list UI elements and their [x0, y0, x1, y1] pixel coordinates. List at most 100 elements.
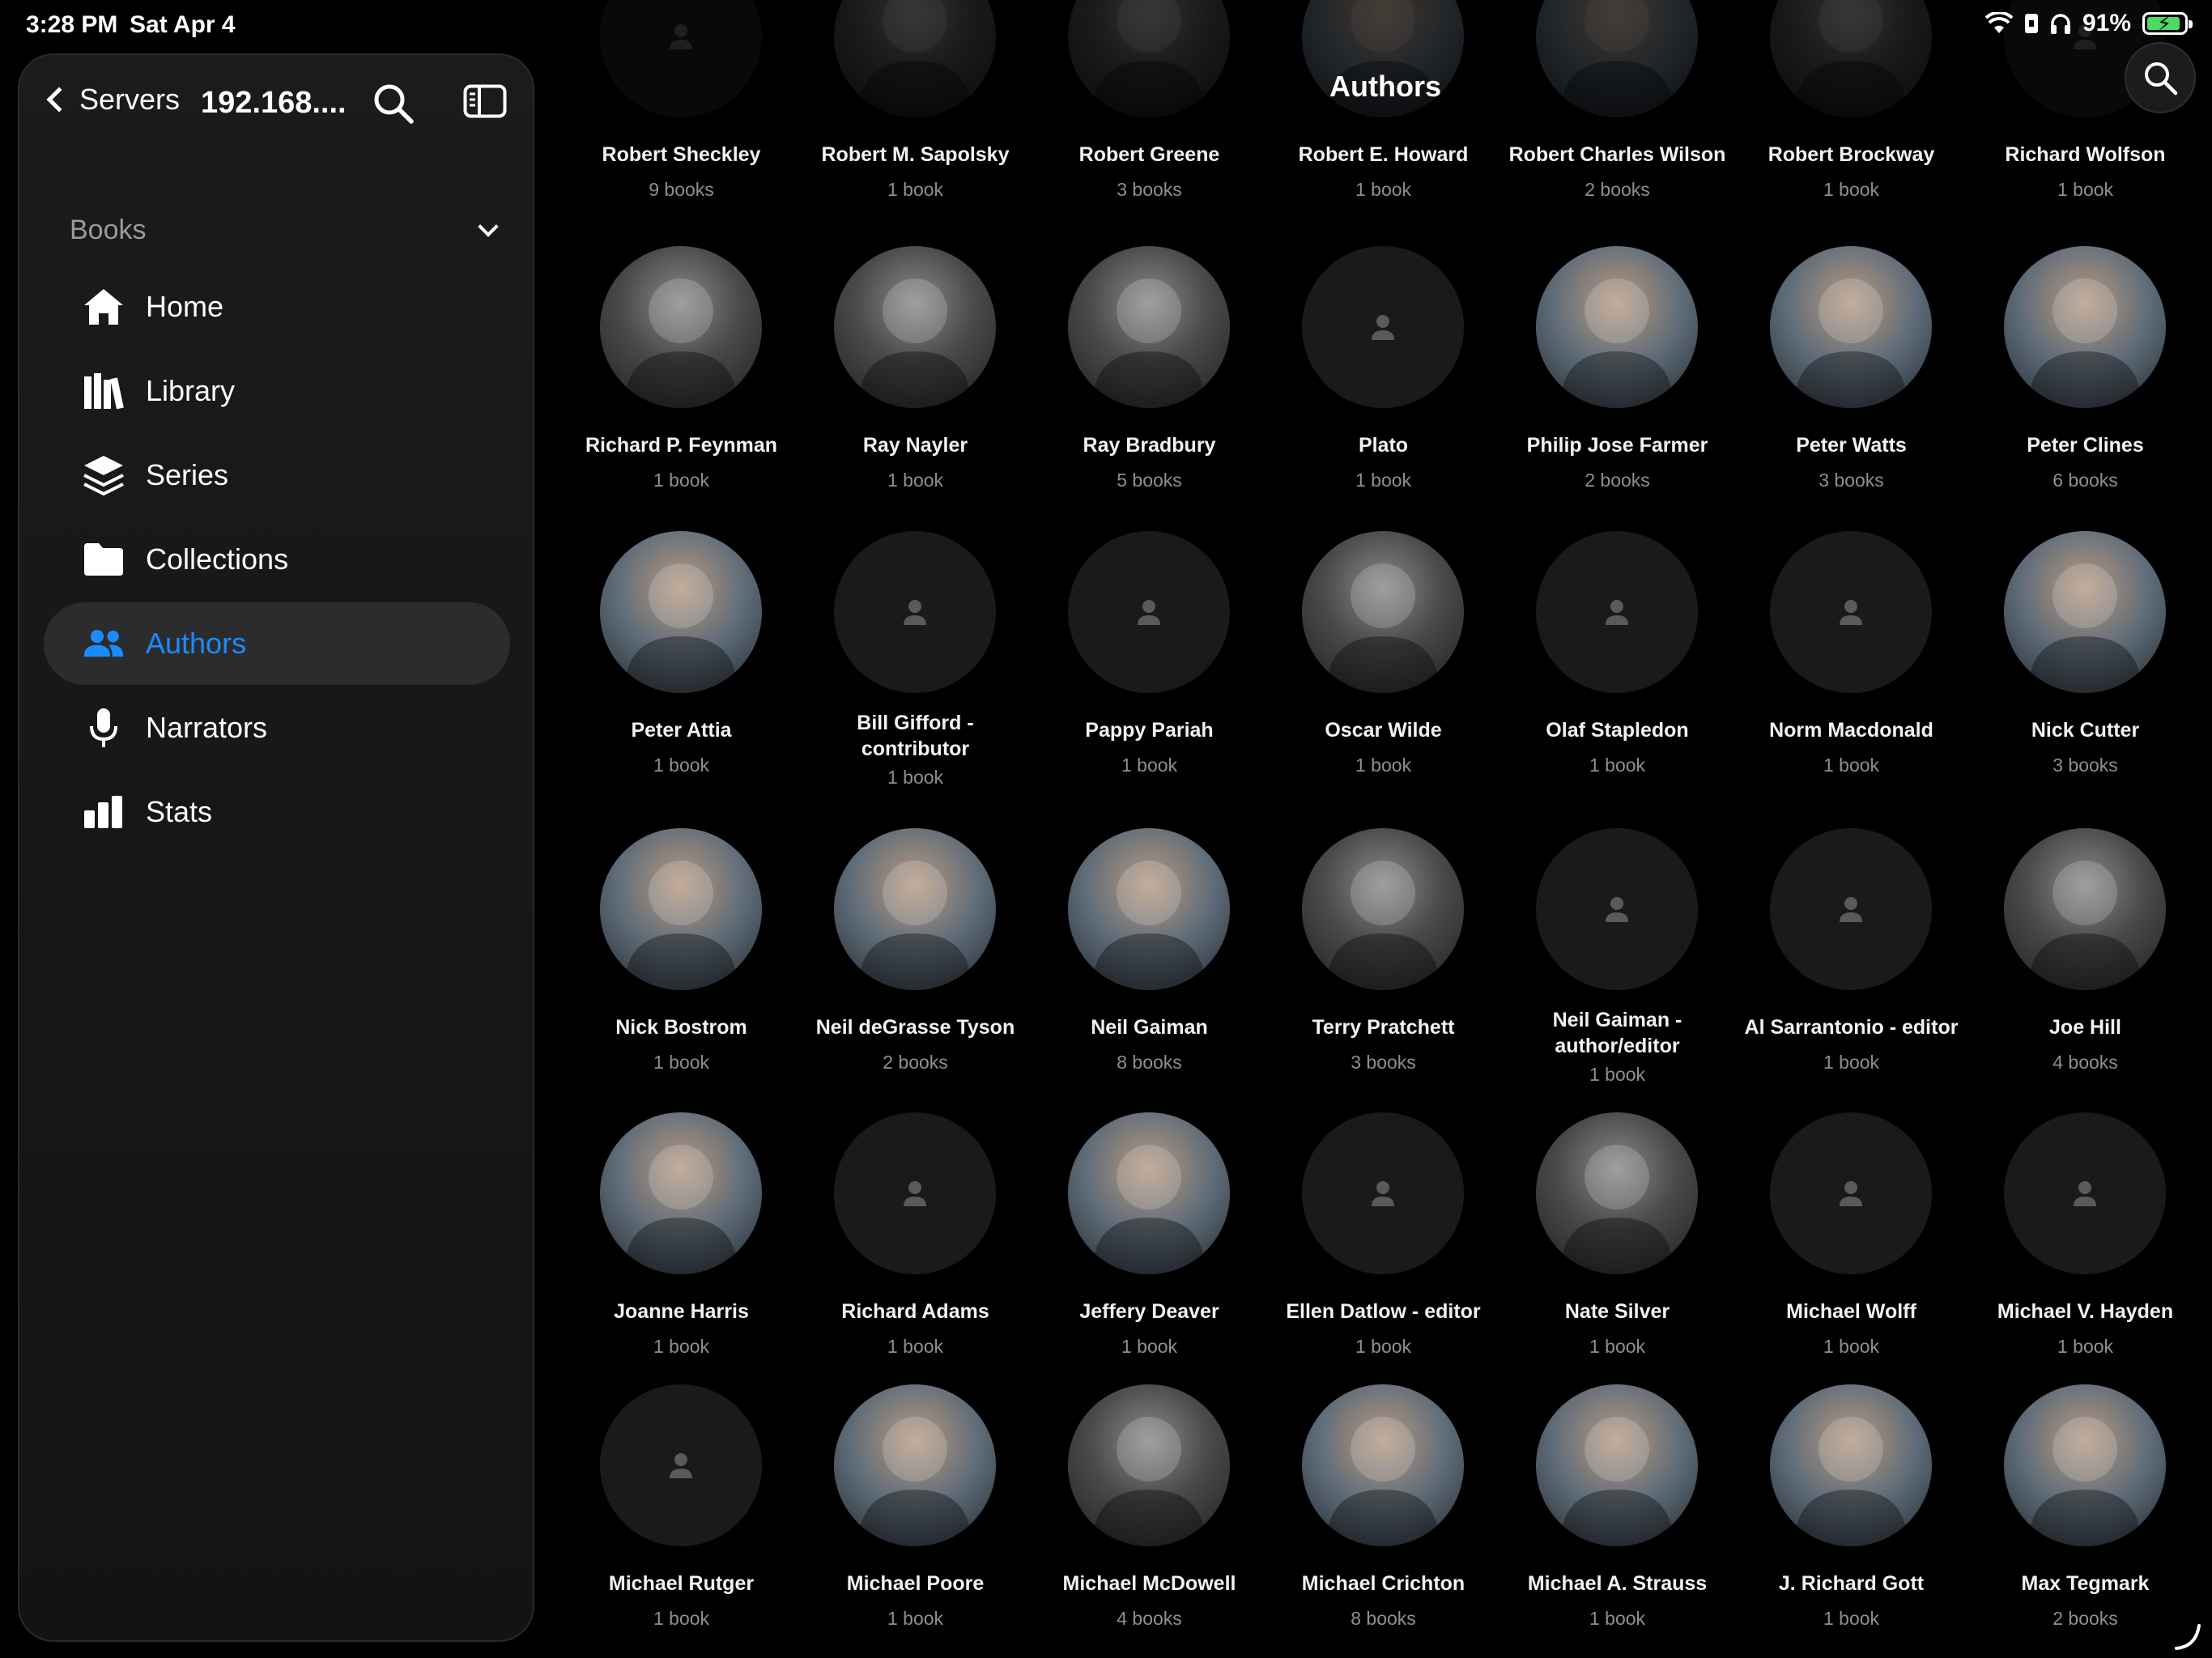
author-book-count: 2 books: [2052, 1608, 2118, 1629]
author-photo: [1536, 1384, 1698, 1546]
sidebar-item-narrators[interactable]: Narrators: [44, 687, 510, 769]
author-name: Michael Rutger: [608, 1572, 755, 1595]
sidebar-toggle-button[interactable]: [463, 84, 507, 118]
author-card[interactable]: Michael A. Strauss 1 book: [1500, 1384, 1734, 1629]
author-card[interactable]: Joanne Harris 1 book: [564, 1112, 798, 1357]
author-card[interactable]: Terry Pratchett 3 books: [1266, 828, 1500, 1073]
author-card[interactable]: Michael Crichton 8 books: [1266, 1384, 1500, 1629]
author-book-count: 1 book: [1121, 755, 1178, 776]
author-card[interactable]: Neil Gaiman - author/editor 1 book: [1500, 828, 1734, 1085]
author-book-count: 1 book: [1823, 1336, 1880, 1357]
authors-view: Authors Robert Sheckley 9 books Robert M. …: [559, 0, 2212, 1658]
author-name: Michael McDowell: [1062, 1572, 1236, 1595]
author-card[interactable]: Richard P. Feynman 1 book: [564, 246, 798, 491]
author-card[interactable]: J. Richard Gott 1 book: [1734, 1384, 1968, 1629]
person-silhouette-icon: [1326, 563, 1440, 693]
author-name: Michael Poore: [846, 1572, 985, 1595]
folder-icon: [83, 538, 125, 580]
authors-search-button[interactable]: [2125, 42, 2196, 113]
author-card[interactable]: Michael Wolff 1 book: [1734, 1112, 1968, 1357]
author-name: Plato: [1358, 434, 1409, 457]
author-card[interactable]: Joe Hill 4 books: [1968, 828, 2202, 1073]
author-photo: [834, 828, 996, 990]
person-silhouette-icon: [1326, 1417, 1440, 1546]
sidebar-item-library[interactable]: Library: [44, 350, 510, 432]
author-photo: [1302, 828, 1464, 990]
author-name: Robert M. Sapolsky: [821, 143, 1010, 166]
author-card[interactable]: Jeffery Deaver 1 book: [1032, 1112, 1266, 1357]
author-card[interactable]: Plato 1 book: [1266, 246, 1500, 491]
author-card[interactable]: Neil deGrasse Tyson 2 books: [798, 828, 1032, 1073]
author-name: Michael Wolff: [1786, 1300, 1916, 1323]
sidebar-item-home[interactable]: Home: [44, 266, 510, 348]
status-time: 3:28 PM: [26, 11, 118, 38]
author-placeholder-avatar: [1770, 1112, 1932, 1274]
author-card[interactable]: Michael Rutger 1 book: [564, 1384, 798, 1629]
author-photo: [1302, 1384, 1464, 1546]
author-photo: [1068, 828, 1230, 990]
author-book-count: 1 book: [653, 1608, 710, 1629]
author-card[interactable]: Bill Gifford - contributor 1 book: [798, 531, 1032, 788]
back-to-servers-button[interactable]: Servers: [42, 71, 180, 128]
author-photo: [834, 246, 996, 408]
author-book-count: 3 books: [2052, 755, 2118, 776]
author-card[interactable]: Peter Watts 3 books: [1734, 246, 1968, 491]
author-card[interactable]: Michael McDowell 4 books: [1032, 1384, 1266, 1629]
author-name: Nate Silver: [1564, 1300, 1670, 1323]
person-silhouette-icon: [1092, 861, 1206, 990]
author-card[interactable]: Peter Attia 1 book: [564, 531, 798, 776]
author-card[interactable]: Ray Nayler 1 book: [798, 246, 1032, 491]
author-card[interactable]: Peter Clines 6 books: [1968, 246, 2202, 491]
author-card[interactable]: Michael Poore 1 book: [798, 1384, 1032, 1629]
author-book-count: 1 book: [1589, 1336, 1646, 1357]
author-placeholder-avatar: [2004, 1112, 2166, 1274]
person-icon: [1138, 600, 1160, 625]
sidebar-item-series[interactable]: Series: [44, 434, 510, 517]
author-card[interactable]: Olaf Stapledon 1 book: [1500, 531, 1734, 776]
home-icon: [83, 286, 125, 328]
author-card[interactable]: Michael V. Hayden 1 book: [1968, 1112, 2202, 1357]
author-card[interactable]: Max Tegmark 2 books: [1968, 1384, 2202, 1629]
author-card[interactable]: Norm Macdonald 1 book: [1734, 531, 1968, 776]
author-book-count: 1 book: [887, 179, 944, 200]
author-name: J. Richard Gott: [1778, 1572, 1925, 1595]
author-card[interactable]: Neil Gaiman 8 books: [1032, 828, 1266, 1073]
author-name: Robert Greene: [1078, 143, 1220, 166]
search-icon: [374, 84, 414, 124]
author-card[interactable]: Ellen Datlow - editor 1 book: [1266, 1112, 1500, 1357]
author-name: Ray Nayler: [862, 434, 968, 457]
sidebar-item-stats[interactable]: Stats: [44, 771, 510, 853]
author-card[interactable]: Al Sarrantonio - editor 1 book: [1734, 828, 1968, 1073]
person-silhouette-icon: [1794, 278, 1908, 408]
author-card[interactable]: Ray Bradbury 5 books: [1032, 246, 1266, 491]
author-placeholder-avatar: [1302, 1112, 1464, 1274]
author-card[interactable]: Philip Jose Farmer 2 books: [1500, 246, 1734, 491]
author-name: Nick Cutter: [2031, 719, 2140, 742]
author-card[interactable]: Pappy Pariah 1 book: [1032, 531, 1266, 776]
author-card[interactable]: Nate Silver 1 book: [1500, 1112, 1734, 1357]
person-icon: [1840, 600, 1862, 625]
author-name: Michael Crichton: [1301, 1572, 1465, 1595]
author-book-count: 3 books: [1351, 1052, 1416, 1073]
author-card[interactable]: Nick Bostrom 1 book: [564, 828, 798, 1073]
person-silhouette-icon: [1560, 278, 1674, 408]
author-name: Al Sarrantonio - editor: [1744, 1016, 1959, 1039]
sidebar-item-collections[interactable]: Collections: [44, 518, 510, 601]
author-card[interactable]: Oscar Wilde 1 book: [1266, 531, 1500, 776]
author-book-count: 1 book: [1589, 1608, 1646, 1629]
resize-handle-icon[interactable]: [2173, 1622, 2202, 1652]
sidebar-item-label: Stats: [146, 795, 213, 828]
author-photo: [1068, 1384, 1230, 1546]
author-book-count: 1 book: [1121, 1336, 1178, 1357]
author-book-count: 8 books: [1351, 1608, 1416, 1629]
person-icon: [670, 1453, 692, 1478]
author-card[interactable]: Richard Adams 1 book: [798, 1112, 1032, 1357]
sidebar-item-authors[interactable]: Authors: [44, 602, 510, 685]
author-photo: [1068, 1112, 1230, 1274]
author-card[interactable]: Nick Cutter 3 books: [1968, 531, 2202, 776]
person-silhouette-icon: [1092, 278, 1206, 408]
books-section-header[interactable]: Books: [70, 206, 507, 254]
sidebar-search-button[interactable]: [369, 79, 418, 128]
search-icon: [2145, 62, 2178, 96]
person-icon: [904, 600, 926, 625]
